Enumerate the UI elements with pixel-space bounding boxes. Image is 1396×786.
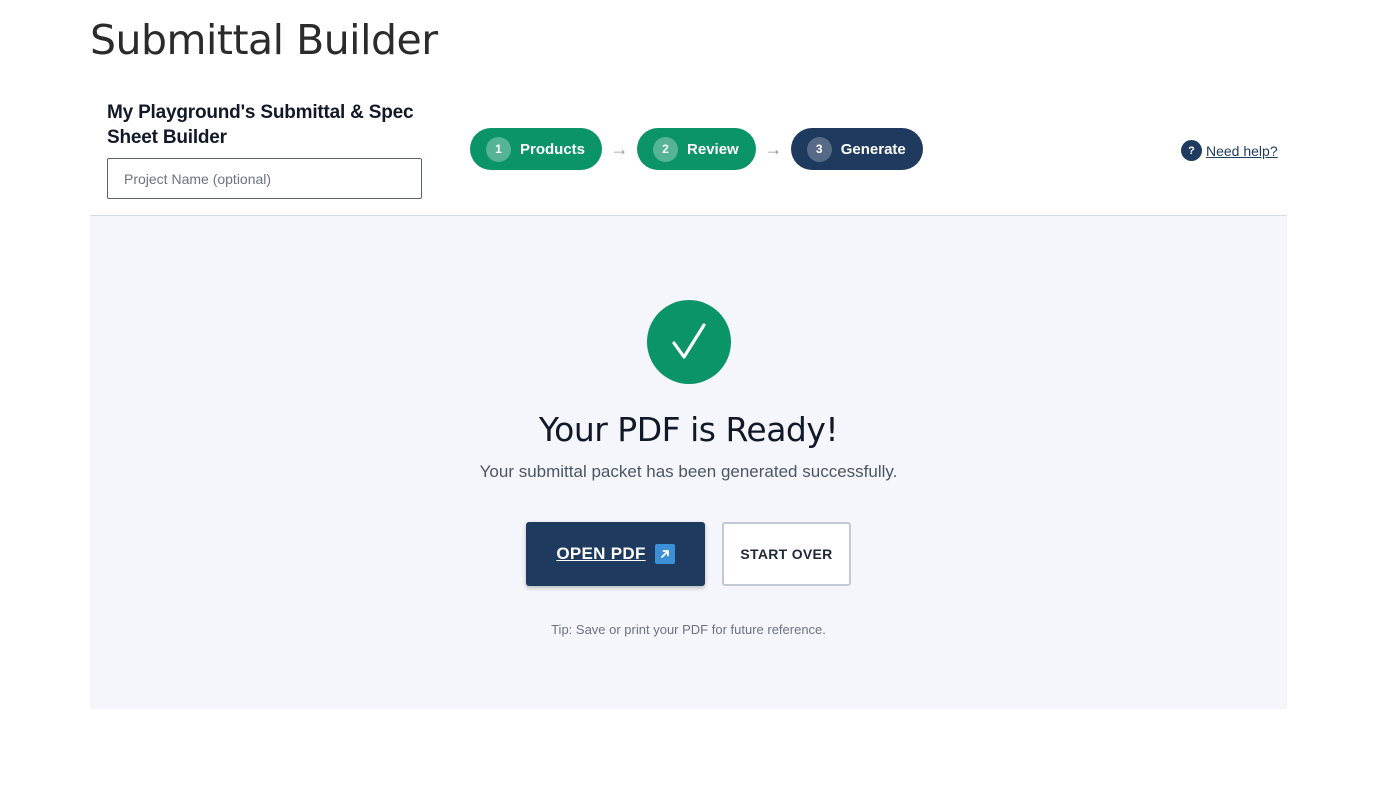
builder-header: My Playground's Submittal & Spec Sheet B… [90, 88, 1287, 216]
success-title: Your PDF is Ready! [538, 410, 839, 449]
project-name-input[interactable] [107, 158, 422, 199]
step-label: Generate [840, 140, 906, 158]
tip-text: Tip: Save or print your PDF for future r… [551, 622, 826, 637]
need-help-link[interactable]: Need help? [1206, 143, 1278, 159]
step-number: 2 [653, 136, 679, 162]
step-number: 3 [806, 136, 832, 162]
step-arrow-icon: → [610, 138, 629, 159]
step-arrow-icon: → [764, 138, 783, 159]
builder-title: My Playground's Submittal & Spec Sheet B… [107, 102, 414, 148]
check-icon [647, 300, 731, 384]
open-pdf-label: OPEN PDF [556, 544, 646, 563]
start-over-button[interactable]: START OVER [722, 522, 851, 586]
step-number: 1 [486, 136, 511, 162]
progress-stepper: 1 Products → 2 Review → 3 Generate [470, 128, 923, 170]
step-products[interactable]: 1 Products [470, 128, 603, 170]
step-label: Review [687, 140, 739, 158]
success-panel: Your PDF is Ready! Your submittal packet… [90, 216, 1287, 709]
help-icon: ? [1181, 140, 1202, 161]
step-review[interactable]: 2 Review [637, 128, 756, 170]
page-title: Submittal Builder [90, 16, 438, 64]
external-link-icon [654, 544, 675, 564]
success-subtitle: Your submittal packet has been generated… [479, 462, 898, 481]
step-generate[interactable]: 3 Generate [790, 128, 923, 170]
step-label: Products [520, 140, 586, 158]
help-link-group[interactable]: ? Need help? [1181, 140, 1278, 161]
open-pdf-button[interactable]: OPEN PDF [526, 522, 705, 586]
